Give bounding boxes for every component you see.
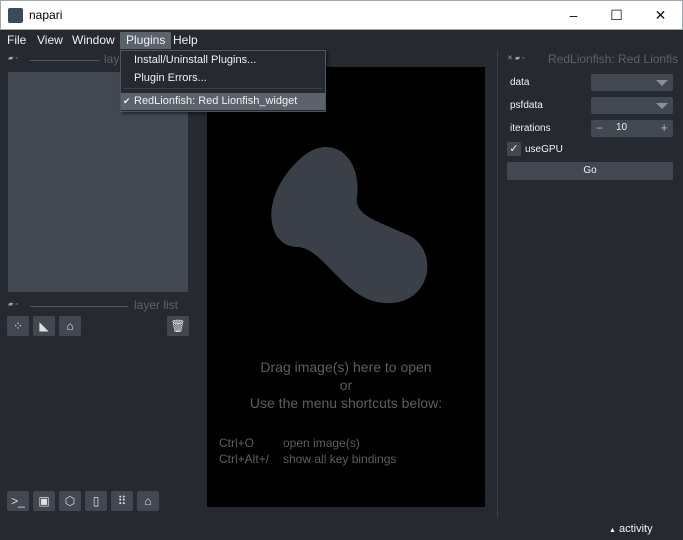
shapes-icon: ◣ (39, 319, 49, 333)
console-button[interactable]: >_ (7, 491, 29, 511)
psfdata-select[interactable] (591, 97, 673, 114)
transpose-button[interactable]: ▯ (85, 491, 107, 511)
usegpu-checkbox[interactable]: ✓ (507, 142, 521, 156)
menu-window[interactable]: Window (66, 32, 121, 49)
menu-bar: File View Window Plugins Help (0, 30, 683, 50)
menu-item-install-plugins[interactable]: Install/Uninstall Plugins... (121, 52, 325, 69)
new-shapes-layer-button[interactable]: ◣ (33, 316, 55, 336)
dock-title-line (30, 306, 128, 307)
menu-help[interactable]: Help (167, 32, 204, 49)
plugins-dropdown: Install/Uninstall Plugins... Plugin Erro… (120, 50, 326, 112)
chevron-down-icon (656, 103, 668, 109)
delete-layer-button[interactable]: 🗑 (167, 316, 189, 336)
widget-title: RedLionfish: Red Lionfish_widget (548, 52, 678, 66)
check-icon: ✓ (509, 143, 519, 155)
dock-splitter[interactable] (497, 50, 498, 518)
usegpu-label: useGPU (525, 144, 563, 155)
chevron-down-icon (656, 80, 668, 86)
cube-icon: ▣ (38, 494, 50, 508)
menu-item-redlionfish[interactable]: ✔ RedLionfish: Red Lionfish_widget (121, 93, 325, 110)
shortcut-action: open image(s) (283, 436, 360, 450)
menu-plugins[interactable]: Plugins (120, 32, 172, 49)
grid-view-button[interactable]: ⠿ (111, 491, 133, 511)
menu-separator (123, 88, 323, 89)
dock-float-icon[interactable]: ▰ ▫ (8, 300, 18, 308)
title-bar: napari – ☐ ✕ (0, 0, 683, 30)
data-label: data (510, 77, 530, 88)
layer-controls-title: layer controls (104, 52, 120, 66)
trash-icon: 🗑 (170, 319, 186, 333)
roll-icon: ⬡ (64, 494, 76, 508)
window-title: napari (29, 8, 63, 22)
welcome-line-1: Drag image(s) here to open (260, 359, 432, 375)
data-select[interactable] (591, 74, 673, 91)
increment-button[interactable]: + (660, 120, 668, 135)
ndisplay-button[interactable]: ▣ (33, 491, 55, 511)
shortcut-key: Ctrl+O (219, 436, 255, 450)
maximize-button[interactable]: ☐ (594, 1, 639, 31)
home-icon: ⌂ (144, 494, 152, 508)
activity-button[interactable]: ▲ activity (609, 523, 653, 535)
go-button[interactable]: Go (507, 162, 673, 180)
psfdata-label: psfdata (510, 100, 543, 111)
menu-item-plugin-errors[interactable]: Plugin Errors... (121, 70, 325, 87)
activity-label: activity (619, 523, 653, 535)
welcome-line-3: Use the menu shortcuts below: (249, 395, 443, 411)
console-icon: >_ (11, 494, 25, 508)
menu-file[interactable]: File (1, 32, 32, 49)
grid-icon: ⠿ (117, 494, 127, 508)
napari-logo-blob-icon (271, 146, 428, 304)
shortcut-key: Ctrl+Alt+/ (219, 452, 270, 466)
arrow-up-icon: ▲ (609, 527, 616, 534)
decrement-button[interactable]: − (596, 121, 603, 135)
transpose-icon: ▯ (92, 494, 100, 508)
new-points-layer-button[interactable]: ⁘ (7, 316, 29, 336)
dock-float-icon[interactable]: ▰ ▫ (8, 54, 18, 62)
iterations-label: iterations (510, 123, 551, 134)
iterations-value[interactable]: 10 (616, 122, 627, 133)
new-labels-layer-button[interactable]: ⌂ (59, 316, 81, 336)
layer-list-title: layer list (134, 298, 179, 312)
menu-item-label: RedLionfish: Red Lionfish_widget (134, 95, 298, 107)
widget-dock-controls-icon[interactable]: ✕ ▰ ▫ (507, 54, 525, 62)
welcome-line-2: or (339, 377, 353, 393)
napari-logo-icon (8, 8, 23, 23)
check-icon: ✔ (123, 96, 131, 106)
canvas[interactable]: Drag image(s) here to open or Use the me… (207, 67, 485, 507)
home-button[interactable]: ⌂ (137, 491, 159, 511)
close-button[interactable]: ✕ (638, 1, 683, 31)
iterations-spinbox[interactable]: − 10 + (591, 120, 673, 137)
roll-dims-button[interactable]: ⬡ (59, 491, 81, 511)
dock-title-line (30, 60, 100, 61)
shortcut-action: show all key bindings (283, 452, 397, 466)
minimize-button[interactable]: – (551, 1, 596, 31)
label-tag-icon: ⌂ (66, 319, 74, 333)
points-icon: ⁘ (12, 319, 24, 333)
menu-view[interactable]: View (31, 32, 69, 49)
